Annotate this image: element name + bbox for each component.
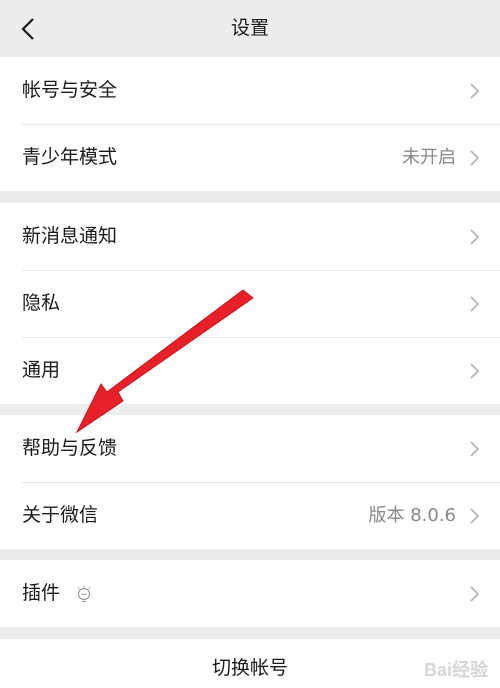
settings-item-teen-mode[interactable]: 青少年模式 未开启	[0, 124, 500, 191]
settings-item-label: 帮助与反馈	[22, 437, 118, 459]
settings-item-label: 青少年模式	[22, 146, 118, 168]
settings-item-privacy[interactable]: 隐私	[0, 270, 500, 337]
settings-group-account: 帐号与安全 青少年模式 未开启	[0, 57, 500, 191]
settings-group-general: 新消息通知 隐私 通用	[0, 203, 500, 404]
settings-item-label: 帐号与安全	[22, 79, 118, 101]
chevron-right-icon	[470, 295, 480, 312]
chevron-right-icon	[470, 440, 480, 457]
nav-bar: 设置	[0, 0, 500, 57]
page-title: 设置	[230, 17, 269, 39]
settings-item-label: 关于微信	[22, 504, 99, 526]
watermark: Bai经验	[423, 660, 488, 680]
settings-item-account-security[interactable]: 帐号与安全	[0, 57, 500, 124]
settings-item-about[interactable]: 关于微信 版本 8.0.6	[0, 482, 500, 549]
settings-item-value: 未开启	[402, 146, 456, 168]
chevron-right-icon	[470, 228, 480, 245]
settings-item-label: 通用	[22, 359, 61, 381]
chevron-right-icon	[470, 585, 480, 602]
version-value: 版本 8.0.6	[368, 504, 456, 526]
settings-item-label: 新消息通知	[22, 225, 118, 247]
settings-group-plugins: 插件	[0, 560, 500, 627]
chevron-right-icon	[470, 149, 480, 166]
chevron-right-icon	[470, 82, 480, 99]
chevron-right-icon	[470, 507, 480, 524]
settings-item-help-feedback[interactable]: 帮助与反馈	[0, 415, 500, 482]
settings-item-general[interactable]: 通用	[0, 337, 500, 404]
settings-item-plugins[interactable]: 插件	[0, 560, 500, 627]
settings-item-notifications[interactable]: 新消息通知	[0, 203, 500, 270]
lightbulb-icon	[77, 585, 91, 602]
settings-item-label: 插件	[22, 582, 61, 604]
settings-group-help: 帮助与反馈 关于微信 版本 8.0.6	[0, 415, 500, 549]
settings-item-label: 隐私	[22, 292, 61, 314]
chevron-right-icon	[470, 362, 480, 379]
